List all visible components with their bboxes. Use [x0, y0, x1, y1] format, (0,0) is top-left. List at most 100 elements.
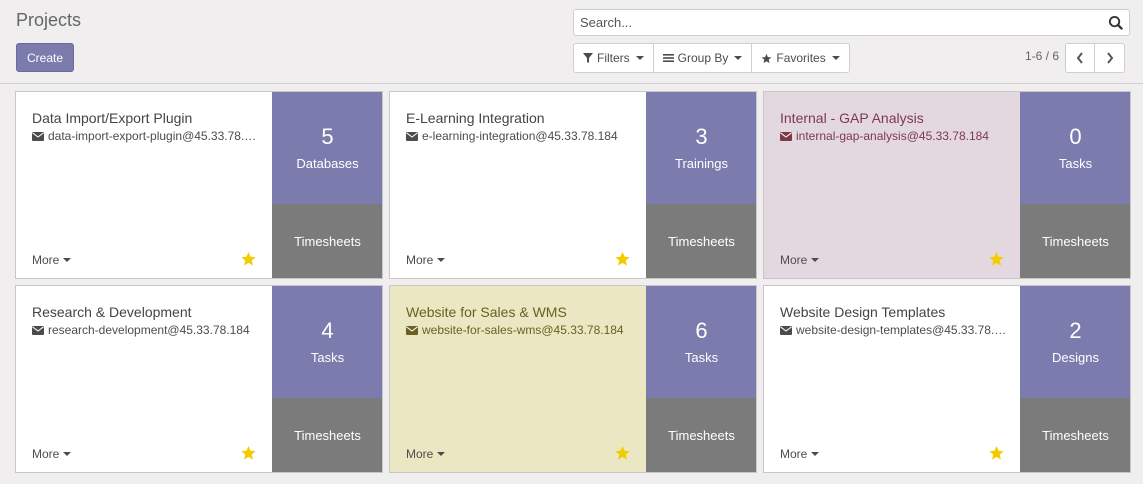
timesheets-button[interactable]: Timesheets [1020, 398, 1130, 472]
envelope-icon [780, 325, 792, 335]
project-stat-button[interactable]: 3 Trainings [646, 92, 756, 204]
project-name: Internal - GAP Analysis [780, 110, 924, 126]
project-card[interactable]: Website Design Templates website-design-… [763, 285, 1131, 473]
project-card[interactable]: Data Import/Export Plugin data-import-ex… [15, 91, 383, 279]
project-stat-button[interactable]: 4 Tasks [272, 286, 382, 398]
project-email: website-design-templates@45.33.78.184 [780, 323, 1008, 337]
project-card[interactable]: Internal - GAP Analysis internal-gap-ana… [763, 91, 1131, 279]
timesheets-button[interactable]: Timesheets [1020, 204, 1130, 278]
project-email-text: website-design-templates@45.33.78.184 [796, 323, 1008, 337]
create-button[interactable]: Create [16, 43, 74, 72]
filters-dropdown[interactable]: Filters [574, 44, 654, 72]
timesheets-button[interactable]: Timesheets [272, 398, 382, 472]
project-email-text: research-development@45.33.78.184 [48, 323, 250, 337]
filters-label: Filters [597, 51, 630, 65]
favorites-label: Favorites [776, 51, 826, 65]
more-label: More [32, 447, 60, 461]
project-card-body[interactable]: Internal - GAP Analysis internal-gap-ana… [764, 92, 1020, 278]
chevron-down-icon [437, 258, 446, 262]
project-name: Website for Sales & WMS [406, 304, 567, 320]
favorite-star-icon[interactable] [988, 251, 1005, 267]
project-card-body[interactable]: Data Import/Export Plugin data-import-ex… [16, 92, 272, 278]
project-email: website-for-sales-wms@45.33.78.184 [406, 323, 634, 337]
stat-label: Tasks [1058, 156, 1093, 171]
more-dropdown[interactable]: More [780, 253, 820, 267]
chevron-right-icon [1106, 52, 1113, 64]
stat-label: Trainings [675, 156, 728, 171]
favorite-star-icon[interactable] [614, 445, 631, 461]
timesheets-button[interactable]: Timesheets [272, 204, 382, 278]
more-dropdown[interactable]: More [32, 447, 72, 461]
project-stat-button[interactable]: 5 Databases [272, 92, 382, 204]
envelope-icon [406, 325, 418, 335]
timesheets-button[interactable]: Timesheets [646, 398, 756, 472]
project-email: data-import-export-plugin@45.33.78.184 [32, 129, 260, 143]
favorite-star-icon[interactable] [240, 251, 257, 267]
project-card[interactable]: Website for Sales & WMS website-for-sale… [389, 285, 757, 473]
bars-icon [662, 54, 674, 62]
stat-count: 2 [1069, 318, 1082, 343]
more-dropdown[interactable]: More [406, 253, 446, 267]
stat-label: Tasks [684, 350, 719, 365]
more-dropdown[interactable]: More [406, 447, 446, 461]
project-name: Data Import/Export Plugin [32, 110, 193, 126]
star-icon [762, 53, 772, 63]
project-name: Website Design Templates [780, 304, 946, 320]
more-label: More [780, 447, 808, 461]
chevron-down-icon [63, 258, 72, 262]
chevron-down-icon [635, 56, 644, 60]
project-card-body[interactable]: E-Learning Integration e-learning-integr… [390, 92, 646, 278]
search-input[interactable] [574, 10, 1104, 35]
search-icon[interactable] [1108, 15, 1123, 30]
search-options: Filters Group By Favorites [573, 43, 850, 73]
more-label: More [406, 253, 434, 267]
chevron-down-icon [811, 452, 820, 456]
favorite-star-icon[interactable] [614, 251, 631, 267]
project-stat-button[interactable]: 6 Tasks [646, 286, 756, 398]
groupby-dropdown[interactable]: Group By [654, 44, 753, 72]
page-title: Projects [16, 10, 82, 30]
envelope-icon [780, 131, 792, 141]
project-email-text: website-for-sales-wms@45.33.78.184 [422, 323, 624, 337]
project-stat-button[interactable]: 0 Tasks [1020, 92, 1130, 204]
project-email-text: data-import-export-plugin@45.33.78.184 [48, 129, 260, 143]
chevron-down-icon [63, 452, 72, 456]
project-email-text: e-learning-integration@45.33.78.184 [422, 129, 618, 143]
project-stat-button[interactable]: 2 Designs [1020, 286, 1130, 398]
project-email: e-learning-integration@45.33.78.184 [406, 129, 634, 143]
pager-previous-button[interactable] [1066, 44, 1095, 72]
favorite-star-icon[interactable] [988, 445, 1005, 461]
more-dropdown[interactable]: More [780, 447, 820, 461]
project-card[interactable]: Research & Development research-developm… [15, 285, 383, 473]
favorite-star-icon[interactable] [240, 445, 257, 461]
chevron-down-icon [811, 258, 820, 262]
project-email: internal-gap-analysis@45.33.78.184 [780, 129, 1008, 143]
more-dropdown[interactable]: More [32, 253, 72, 267]
project-card[interactable]: E-Learning Integration e-learning-integr… [389, 91, 757, 279]
project-email-text: internal-gap-analysis@45.33.78.184 [796, 129, 989, 143]
chevron-down-icon [831, 56, 840, 60]
pager-next-button[interactable] [1095, 44, 1124, 72]
project-name: E-Learning Integration [406, 110, 545, 126]
stat-count: 3 [695, 124, 708, 149]
project-name: Research & Development [32, 304, 192, 320]
stat-label: Tasks [310, 350, 345, 365]
project-card-body[interactable]: Website for Sales & WMS website-for-sale… [390, 286, 646, 472]
filter-icon [583, 53, 593, 63]
chevron-left-icon [1076, 52, 1083, 64]
search-bar[interactable] [573, 9, 1130, 36]
favorites-dropdown[interactable]: Favorites [752, 44, 848, 72]
pager [1065, 43, 1125, 73]
stat-count: 5 [321, 124, 334, 149]
project-card-body[interactable]: Research & Development research-developm… [16, 286, 272, 472]
project-email: research-development@45.33.78.184 [32, 323, 260, 337]
groupby-label: Group By [677, 51, 729, 65]
project-card-body[interactable]: Website Design Templates website-design-… [764, 286, 1020, 472]
stat-label: Designs [1052, 350, 1099, 365]
more-label: More [780, 253, 808, 267]
timesheets-button[interactable]: Timesheets [646, 204, 756, 278]
chevron-down-icon [437, 452, 446, 456]
stat-count: 4 [321, 318, 334, 343]
envelope-icon [32, 131, 44, 141]
envelope-icon [406, 131, 418, 141]
